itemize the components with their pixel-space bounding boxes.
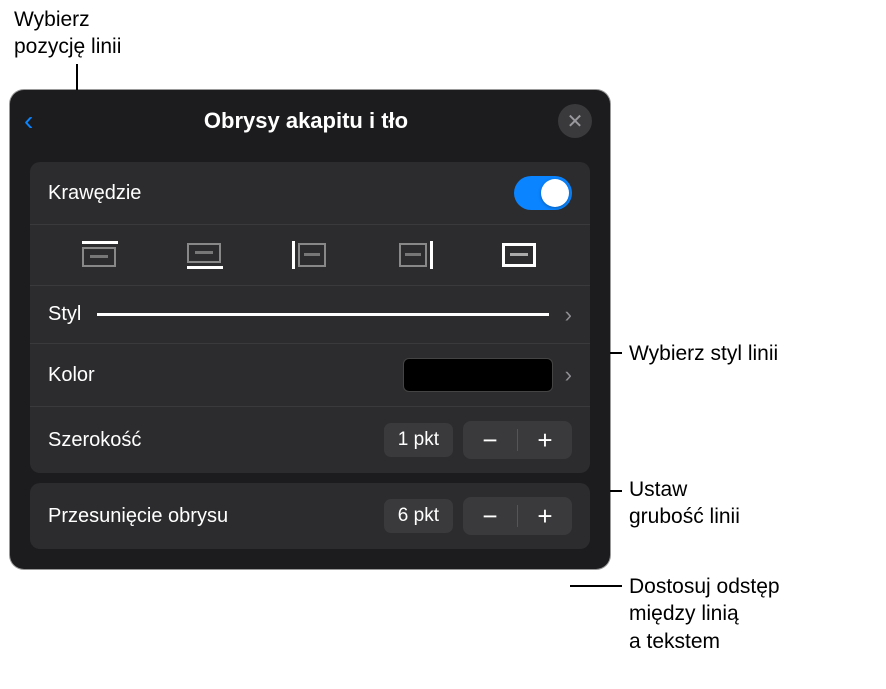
border-position-bottom-icon[interactable] — [187, 241, 223, 269]
offset-stepper: − + — [463, 497, 572, 535]
borders-label: Krawędzie — [48, 182, 141, 205]
callout-position: Wybierz pozycję linii — [14, 6, 121, 61]
offset-label: Przesunięcie obrysu — [48, 505, 228, 528]
close-icon: ✕ — [567, 109, 584, 134]
section-offset: Przesunięcie obrysu 6 pkt − + — [30, 483, 590, 549]
style-preview-line — [97, 313, 548, 316]
row-border-position — [30, 225, 590, 286]
style-label: Styl — [48, 303, 81, 326]
row-offset: Przesunięcie obrysu 6 pkt − + — [30, 483, 590, 549]
offset-value: 6 pkt — [384, 499, 453, 533]
offset-increase-button[interactable]: + — [518, 497, 572, 535]
row-borders-toggle: Krawędzie — [30, 162, 590, 225]
chevron-right-icon: › — [565, 362, 572, 388]
color-label: Kolor — [48, 364, 95, 387]
row-color[interactable]: Kolor › — [30, 344, 590, 407]
close-button[interactable]: ✕ — [558, 104, 592, 138]
callout-style: Wybierz styl linii — [629, 340, 778, 367]
panel-header: ‹ Obrysy akapitu i tło ✕ — [10, 90, 610, 152]
callout-line — [570, 585, 622, 587]
callout-offset: Dostosuj odstęp między linią a tekstem — [629, 573, 780, 655]
callout-width: Ustaw grubość linii — [629, 476, 740, 531]
border-position-right-icon[interactable] — [397, 241, 433, 269]
borders-toggle[interactable] — [514, 176, 572, 210]
width-stepper: − + — [463, 421, 572, 459]
offset-decrease-button[interactable]: − — [463, 497, 517, 535]
width-increase-button[interactable]: + — [518, 421, 572, 459]
border-position-all-icon[interactable] — [502, 241, 538, 269]
border-position-left-icon[interactable] — [292, 241, 328, 269]
width-value: 1 pkt — [384, 423, 453, 457]
width-label: Szerokość — [48, 429, 141, 452]
back-button[interactable]: ‹ — [24, 105, 54, 137]
chevron-right-icon: › — [565, 302, 572, 328]
row-style[interactable]: Styl › — [30, 286, 590, 344]
section-borders: Krawędzie Styl › Kol — [30, 162, 590, 473]
borders-panel: ‹ Obrysy akapitu i tło ✕ Krawędzie — [10, 90, 610, 569]
row-width: Szerokość 1 pkt − + — [30, 407, 590, 473]
border-position-top-icon[interactable] — [82, 241, 118, 269]
color-swatch[interactable] — [403, 358, 553, 392]
width-decrease-button[interactable]: − — [463, 421, 517, 459]
panel-title: Obrysy akapitu i tło — [54, 108, 558, 134]
